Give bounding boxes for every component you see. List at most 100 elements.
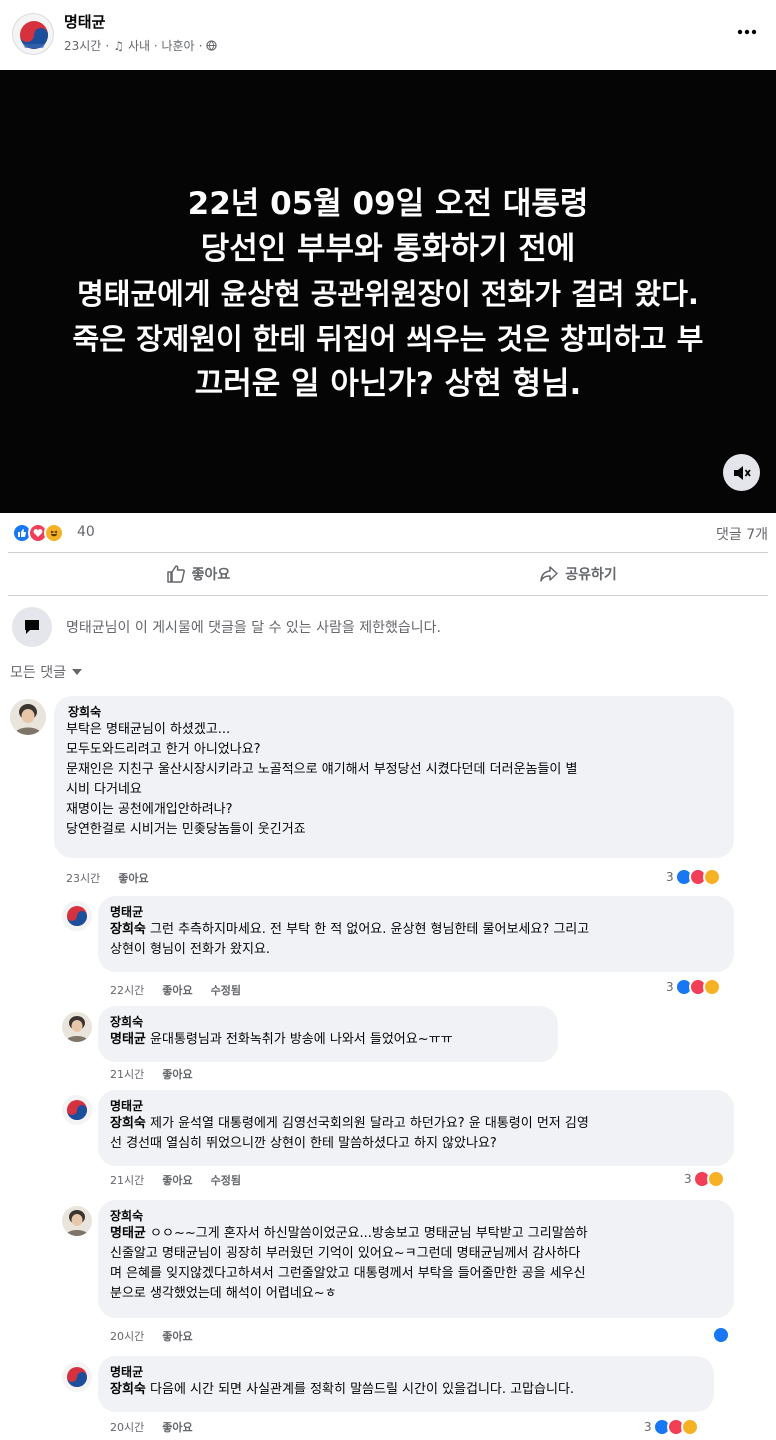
edited-label: 수정됨 <box>210 984 241 997</box>
post-time[interactable]: 23시간 <box>64 37 101 54</box>
commenter-name[interactable]: 명태균 <box>110 904 722 920</box>
music-note-icon: ♫ <box>113 38 124 53</box>
comment-text: 장희숙 다음에 시간 되면 사실관계를 정확히 말씀드릴 시간이 있을겁니다. … <box>110 1380 702 1400</box>
like-reaction-icon <box>712 1326 730 1344</box>
commenter-avatar[interactable] <box>62 1012 92 1042</box>
comment-sort-dropdown[interactable]: 모든 댓글 <box>10 662 82 682</box>
mention-tag[interactable]: 명태균 <box>110 1032 146 1047</box>
commenter-avatar[interactable] <box>62 1362 92 1392</box>
comment-time[interactable]: 20시간 <box>110 1328 144 1344</box>
comment-meta: 22시간 좋아요 수정됨 <box>110 982 241 998</box>
share-button-label: 공유하기 <box>565 567 617 583</box>
comment-restriction-notice: 명태균님이 이 게시물에 댓글을 달 수 있는 사람을 제한했습니다. <box>12 607 772 647</box>
comment-like-button[interactable]: 좋아요 <box>162 1419 192 1435</box>
post-meta: 23시간 · ♫ 사내 · 나훈아 · <box>64 37 218 54</box>
reaction-icons[interactable] <box>12 523 64 543</box>
comment-like-button[interactable]: 좋아요 <box>162 1328 192 1344</box>
comment: 장희숙 부탁은 명태균님이 하셨겠고... 모두도와드리려고 한거 아니었나요?… <box>0 696 776 896</box>
globe-icon <box>206 40 218 51</box>
reaction-count[interactable]: 40 <box>77 524 95 540</box>
notice-text: 명태균님이 이 게시물에 댓글을 달 수 있는 사람을 제한했습니다. <box>66 620 441 636</box>
comment-bubble: 장희숙 명태균 윤대통령님과 전화녹취가 방송에 나와서 들었어요~ㅠㅠ <box>98 1006 558 1062</box>
video-caption-line: 22년 05월 09일 오전 대통령 <box>187 186 589 222</box>
comment-reactions[interactable]: 3 <box>666 868 721 886</box>
comment-text: 명태균 윤대통령님과 전화녹취가 방송에 나와서 들었어요~ㅠㅠ <box>110 1030 546 1050</box>
comment-reaction-count: 3 <box>684 1172 692 1186</box>
comment-time[interactable]: 21시간 <box>110 1172 144 1188</box>
comment-meta: 20시간 좋아요 <box>110 1328 193 1344</box>
speech-bubble-icon <box>12 607 52 647</box>
comment-time[interactable]: 23시간 <box>66 870 100 886</box>
comment-bubble: 명태균 장희숙 제가 윤석열 대통령에게 김영선국회의원 달라고 하던가요? 윤… <box>98 1090 734 1166</box>
edited-label: 수정됨 <box>210 1174 241 1187</box>
comment-bubble: 장희숙 명태균 ㅇㅇ~~그게 혼자서 하신말씀이었군요...방송보고 명태균님 … <box>98 1200 734 1318</box>
commenter-name[interactable]: 장희숙 <box>110 1208 722 1224</box>
comment-bubble: 장희숙 부탁은 명태균님이 하셨겠고... 모두도와드리려고 한거 아니었나요?… <box>54 696 734 858</box>
video-caption-line: 죽은 장제원이 한테 뒤집어 씌우는 것은 창피하고 부 <box>72 322 704 356</box>
comment-time[interactable]: 21시간 <box>110 1066 144 1082</box>
commenter-avatar[interactable] <box>10 699 46 735</box>
mention-tag[interactable]: 장희숙 <box>110 1116 146 1131</box>
comment-text: 명태균 ㅇㅇ~~그게 혼자서 하신말씀이었군요...방송보고 명태균님 부탁받고… <box>110 1224 722 1304</box>
comment-reaction-count: 3 <box>644 1420 652 1434</box>
meta-separator: · <box>198 38 203 53</box>
comment-reply: 장희숙 명태균 윤대통령님과 전화녹취가 방송에 나와서 들었어요~ㅠㅠ 21시… <box>0 1006 776 1084</box>
comment-bubble: 명태균 장희숙 다음에 시간 되면 사실관계를 정확히 말씀드릴 시간이 있을겁… <box>98 1356 714 1412</box>
commenter-name[interactable]: 장희숙 <box>110 1014 546 1030</box>
comment-reaction-count: 3 <box>666 870 674 884</box>
comment-time[interactable]: 20시간 <box>110 1419 144 1435</box>
mute-icon[interactable] <box>723 454 760 491</box>
comment-bubble: 명태균 장희숙 그런 추측하지마세요. 전 부탁 한 적 없어요. 윤상현 형님… <box>98 896 734 972</box>
post-header: 명태균 23시간 · ♫ 사내 · 나훈아 · <box>0 0 776 70</box>
comment-like-button[interactable]: 좋아요 <box>162 1066 192 1082</box>
commenter-avatar[interactable] <box>62 901 92 931</box>
comment-body: ㅇㅇ~~그게 혼자서 하신말씀이었군요...방송보고 명태균님 부탁받고 그리말… <box>110 1226 588 1301</box>
more-options-icon[interactable] <box>732 18 762 46</box>
comment-reply: 명태균 장희숙 그런 추측하지마세요. 전 부탁 한 적 없어요. 윤상현 형님… <box>0 896 776 1000</box>
comment-count[interactable]: 댓글 7개 <box>716 524 768 544</box>
comment-like-button[interactable]: 좋아요 <box>162 1172 192 1188</box>
comment-reactions[interactable]: 3 <box>666 978 721 996</box>
thumbs-up-icon <box>166 565 185 583</box>
commenter-avatar[interactable] <box>62 1095 92 1125</box>
comment-reply: 장희숙 명태균 ㅇㅇ~~그게 혼자서 하신말씀이었군요...방송보고 명태균님 … <box>0 1200 776 1350</box>
share-icon <box>540 566 558 582</box>
caret-down-icon <box>71 669 82 675</box>
comment-meta: 21시간 좋아요 <box>110 1066 193 1082</box>
comment-text: 장희숙 그런 추측하지마세요. 전 부탁 한 적 없어요. 윤상현 형님한테 물… <box>110 920 722 960</box>
reactions-summary: 40 댓글 7개 <box>0 514 776 552</box>
comment-body: 그런 추측하지마세요. 전 부탁 한 적 없어요. 윤상현 형님한테 물어보세요… <box>110 922 590 957</box>
comment-reactions[interactable]: 3 <box>644 1418 699 1436</box>
comment-text: 부탁은 명태균님이 하셨겠고... 모두도와드리려고 한거 아니었나요? 문재인… <box>66 722 578 837</box>
mention-tag[interactable]: 장희숙 <box>110 922 146 937</box>
comment-reactions[interactable] <box>712 1326 730 1344</box>
like-button-label: 좋아요 <box>191 567 231 583</box>
comment-time[interactable]: 22시간 <box>110 982 144 998</box>
comment-like-button[interactable]: 좋아요 <box>118 870 148 886</box>
meta-separator: · <box>105 38 110 53</box>
sort-label: 모든 댓글 <box>10 665 66 681</box>
comment-like-button[interactable]: 좋아요 <box>162 982 192 998</box>
page-avatar[interactable] <box>12 13 54 55</box>
haha-reaction-icon <box>706 1170 725 1188</box>
comment-reactions[interactable]: 3 <box>684 1170 725 1188</box>
like-button[interactable]: 좋아요 <box>8 553 388 595</box>
comment-body: 윤대통령님과 전화녹취가 방송에 나와서 들었어요~ㅠㅠ <box>145 1032 453 1047</box>
video-player[interactable]: 22년 05월 09일 오전 대통령 당선인 부부와 통화하기 전에 명태균에게… <box>0 70 776 513</box>
comment-reaction-count: 3 <box>666 980 674 994</box>
comment-body: 제가 윤석열 대통령에게 김영선국회의원 달라고 하던가요? 윤 대통령이 먼저… <box>110 1116 589 1151</box>
video-caption-line: 당선인 부부와 통화하기 전에 <box>200 231 576 267</box>
comment-meta: 21시간 좋아요 수정됨 <box>110 1172 241 1188</box>
post-audience[interactable]: 사내 · 나훈아 <box>128 37 195 54</box>
post-author-name[interactable]: 명태균 <box>64 11 105 32</box>
commenter-name[interactable]: 장희숙 <box>68 704 722 720</box>
commenter-name[interactable]: 명태균 <box>110 1364 702 1380</box>
mention-tag[interactable]: 명태균 <box>110 1226 146 1241</box>
haha-reaction-icon <box>680 1418 699 1436</box>
share-button[interactable]: 공유하기 <box>388 553 768 595</box>
commenter-name[interactable]: 명태균 <box>110 1098 722 1114</box>
mention-tag[interactable]: 장희숙 <box>110 1382 146 1397</box>
comment-body: 다음에 시간 되면 사실관계를 정확히 말씀드릴 시간이 있을겁니다. 고맙습니… <box>145 1382 575 1397</box>
haha-reaction-icon <box>702 978 721 996</box>
commenter-avatar[interactable] <box>62 1206 92 1236</box>
